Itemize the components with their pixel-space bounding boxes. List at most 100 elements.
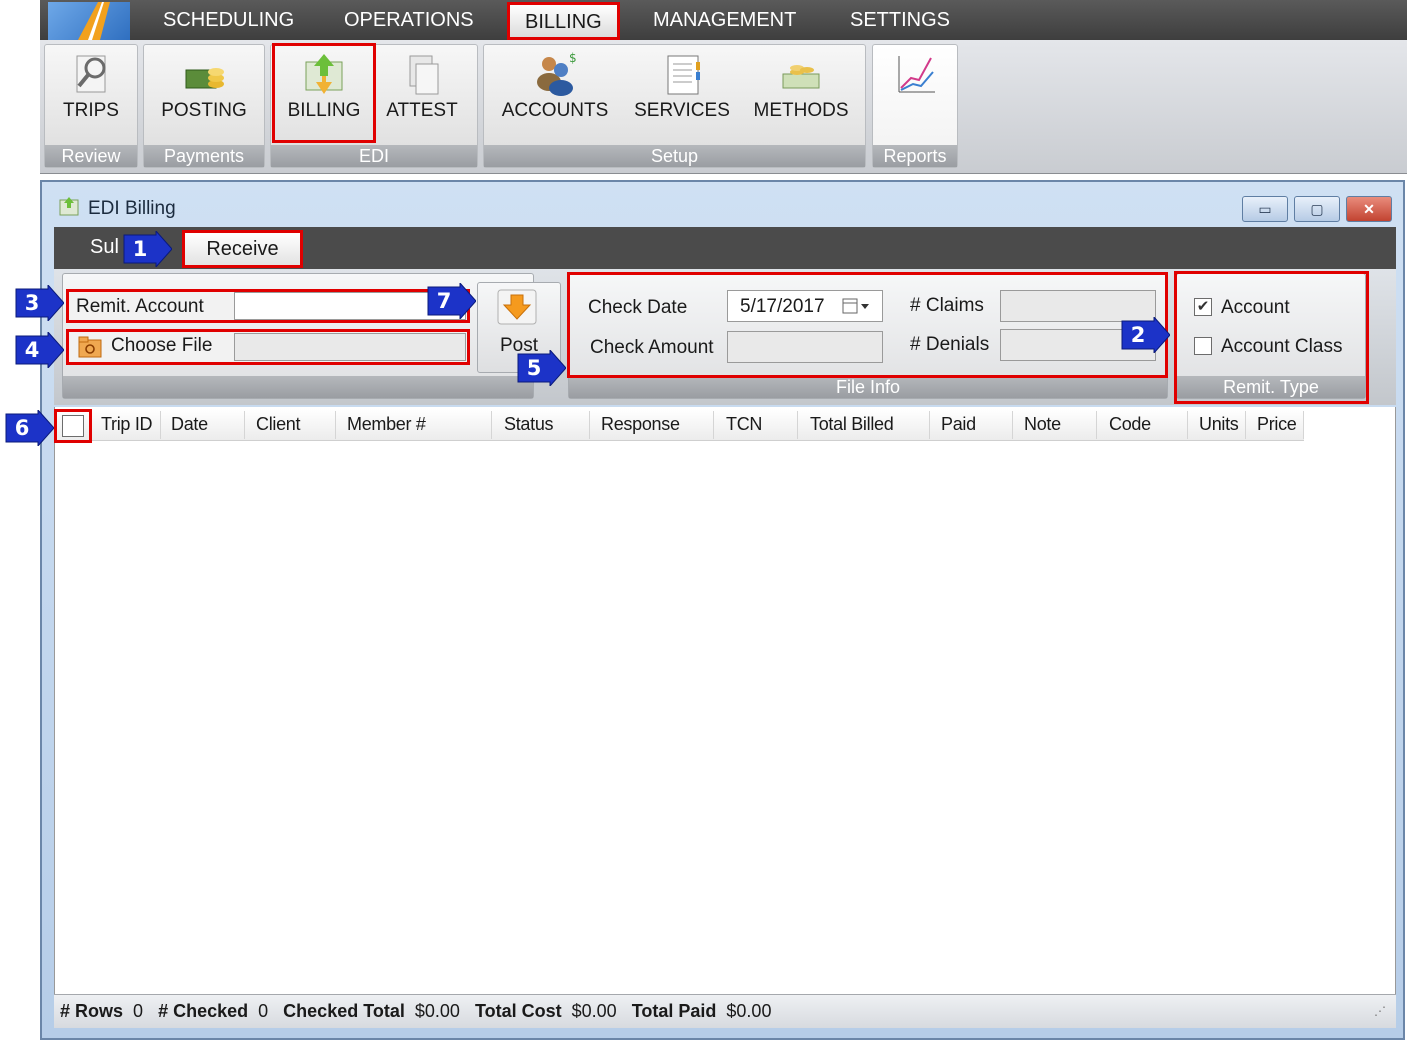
col-divider	[160, 411, 161, 439]
reports-button[interactable]	[880, 46, 950, 144]
col-divider	[1303, 411, 1304, 439]
resize-grip-icon[interactable]: ⋰	[1374, 1004, 1386, 1018]
col-divider	[1187, 411, 1188, 439]
down-arrow-icon	[497, 289, 537, 325]
callout-marker-5: 5	[516, 348, 567, 388]
col-trip-id[interactable]: Trip ID	[101, 414, 153, 435]
remit-account-label: Remit. Account	[76, 296, 204, 317]
col-response[interactable]: Response	[601, 414, 680, 435]
account-checkbox-label: Account	[1221, 297, 1290, 318]
claims-label: # Claims	[910, 295, 984, 316]
checked-total-label: Checked Total	[283, 1001, 405, 1021]
posting-label: POSTING	[161, 100, 247, 121]
callout-number-1: 1	[132, 237, 148, 261]
group-label-setup: Setup	[484, 145, 865, 167]
trips-label: TRIPS	[63, 100, 119, 121]
col-divider	[797, 411, 798, 439]
col-price[interactable]: Price	[1257, 414, 1297, 435]
checked-value: 0	[258, 1001, 269, 1021]
col-divider	[244, 411, 245, 439]
col-divider	[713, 411, 714, 439]
attest-button[interactable]: ATTEST	[380, 46, 464, 144]
group-label-reports: Reports	[873, 145, 957, 167]
app-logo	[48, 2, 130, 40]
envelope-arrow-icon	[305, 54, 343, 94]
group-label-payments: Payments	[144, 145, 264, 167]
col-status[interactable]: Status	[504, 414, 554, 435]
callout-number-4: 4	[24, 338, 40, 362]
menu-management[interactable]: MANAGEMENT	[653, 0, 796, 40]
line-chart-icon	[898, 56, 935, 93]
methods-label: METHODS	[753, 100, 849, 121]
minimize-button[interactable]: ▭	[1242, 196, 1288, 222]
maximize-button[interactable]: ▢	[1294, 196, 1340, 222]
window-title: EDI Billing	[88, 198, 176, 219]
col-total-billed[interactable]: Total Billed	[810, 414, 894, 435]
callout-marker-2: 2	[1120, 315, 1171, 355]
users-dollar-icon: $	[537, 51, 577, 96]
calendar-dropdown-icon	[842, 298, 869, 314]
accounts-label: ACCOUNTS	[501, 100, 609, 121]
cash-coins-icon	[782, 65, 820, 89]
accounts-button[interactable]: $ ACCOUNTS	[496, 46, 614, 144]
col-divider	[335, 411, 336, 439]
posting-button[interactable]: POSTING	[150, 46, 258, 144]
account-class-checkbox[interactable]	[1194, 337, 1212, 355]
denials-label: # Denials	[910, 334, 990, 355]
col-code[interactable]: Code	[1109, 414, 1151, 435]
col-divider	[589, 411, 590, 439]
trips-button[interactable]: TRIPS	[50, 46, 132, 144]
file-info-group-label: File Info	[569, 376, 1167, 398]
col-divider	[1096, 411, 1097, 439]
select-all-checkbox[interactable]	[62, 415, 84, 437]
close-button[interactable]: ✕	[1346, 196, 1392, 222]
check-date-picker[interactable]: 5/17/2017	[727, 290, 883, 322]
col-tcn[interactable]: TCN	[726, 414, 762, 435]
checked-total-value: $0.00	[414, 1001, 460, 1021]
menu-settings[interactable]: SETTINGS	[850, 0, 950, 40]
col-note[interactable]: Note	[1024, 414, 1061, 435]
choose-file-label: Choose File	[111, 335, 213, 356]
total-cost-value: $0.00	[571, 1001, 617, 1021]
group-label-edi: EDI	[271, 145, 477, 167]
callout-marker-7: 7	[426, 281, 477, 321]
svg-text:$: $	[569, 51, 577, 65]
col-divider	[929, 411, 930, 439]
col-paid[interactable]: Paid	[941, 414, 976, 435]
col-units[interactable]: Units	[1199, 414, 1239, 435]
billing-label: BILLING	[287, 100, 361, 121]
total-paid-value: $0.00	[726, 1001, 772, 1021]
check-amount-label: Check Amount	[590, 337, 714, 358]
tab-submit[interactable]: Sul	[90, 236, 119, 259]
check-date-label: Check Date	[588, 297, 688, 318]
col-date[interactable]: Date	[171, 414, 208, 435]
tab-receive[interactable]: Receive	[182, 230, 303, 268]
callout-number-3: 3	[24, 291, 40, 315]
group-label-review: Review	[45, 145, 137, 167]
services-label: SERVICES	[634, 100, 730, 121]
check-amount-input[interactable]	[727, 331, 883, 363]
services-button[interactable]: SERVICES	[626, 46, 738, 144]
rows-label: # Rows	[60, 1001, 124, 1021]
account-class-checkbox-label: Account Class	[1221, 336, 1343, 357]
callout-marker-3: 3	[14, 283, 65, 323]
callout-number-7: 7	[436, 289, 452, 313]
checked-label: # Checked	[158, 1001, 249, 1021]
account-checkbox[interactable]: ✔	[1194, 298, 1212, 316]
attest-label: ATTEST	[386, 100, 458, 121]
edi-billing-button[interactable]: BILLING	[272, 43, 376, 143]
menu-scheduling[interactable]: SCHEDULING	[163, 0, 294, 40]
col-member[interactable]: Member #	[347, 414, 426, 435]
menu-operations[interactable]: OPERATIONS	[344, 0, 474, 40]
choose-file-button[interactable]: Choose File	[76, 335, 236, 361]
file-path-input[interactable]	[234, 333, 466, 361]
callout-number-6: 6	[14, 416, 30, 440]
methods-button[interactable]: METHODS	[748, 46, 854, 144]
menu-billing[interactable]: BILLING	[507, 2, 620, 40]
remit-file-group-footer	[63, 376, 533, 398]
callout-number-5: 5	[526, 356, 542, 380]
rows-value: 0	[133, 1001, 144, 1021]
status-bar: # Rows 0 # Checked 0 Checked Total $0.00…	[54, 994, 1396, 1028]
notebook-icon	[667, 55, 700, 95]
col-client[interactable]: Client	[256, 414, 301, 435]
